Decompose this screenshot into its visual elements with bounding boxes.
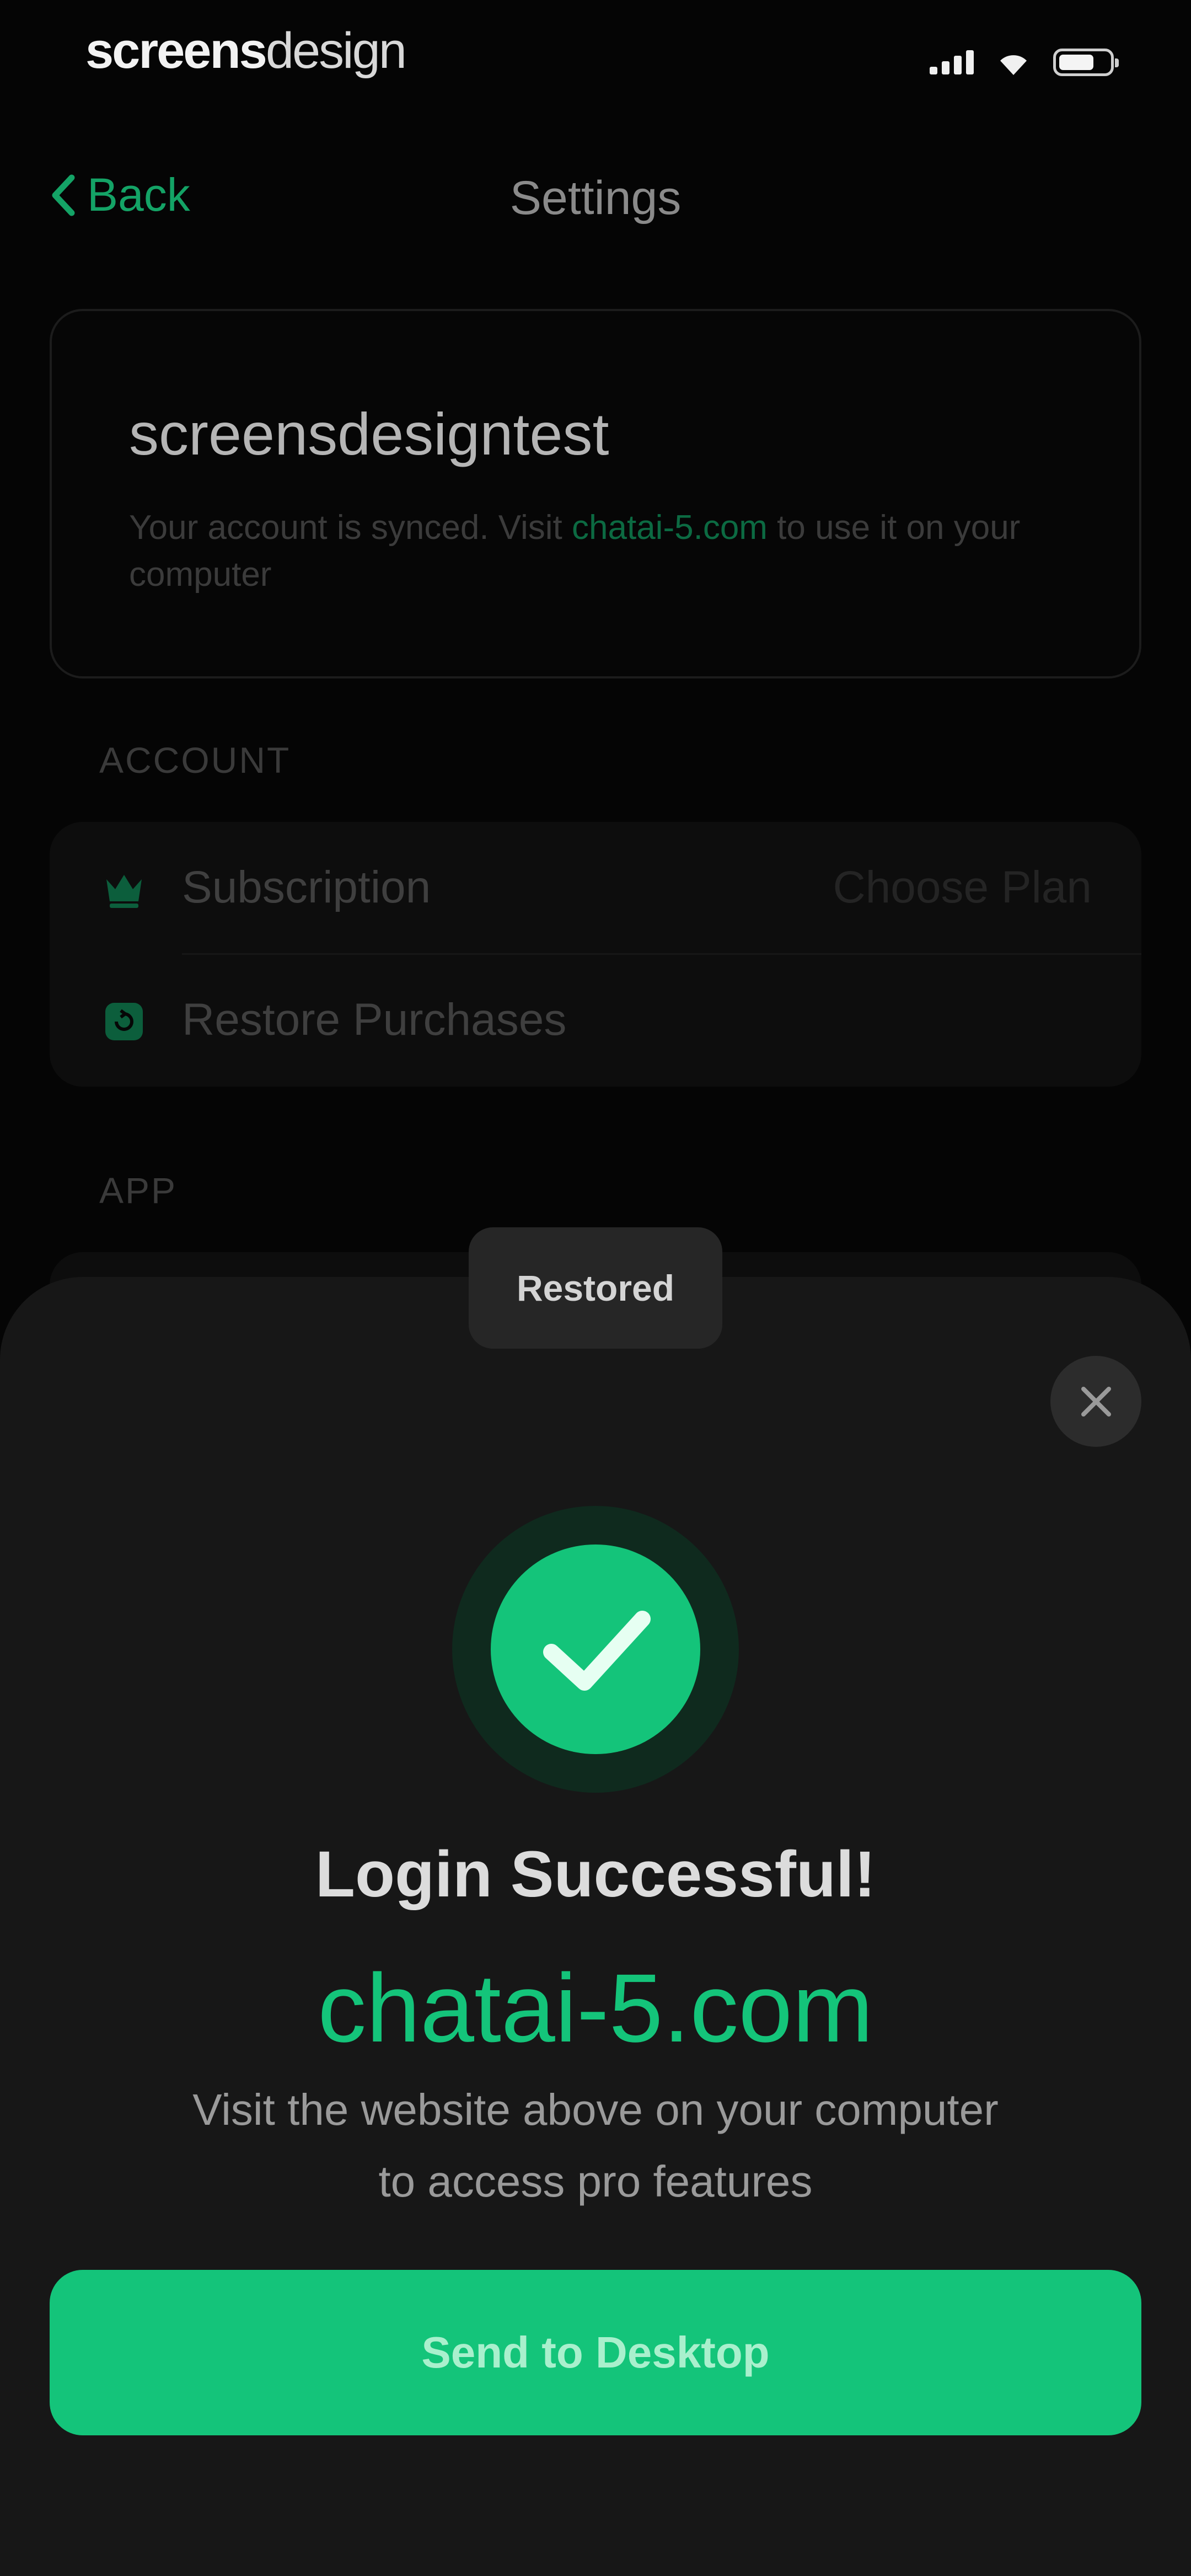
brand-watermark: screensdesign [85, 22, 407, 80]
send-to-desktop-button[interactable]: Send to Desktop [50, 2270, 1141, 2435]
restored-toast: Restored [469, 1227, 722, 1349]
login-success-sheet: Login Successful! chatai-5.com Visit the… [0, 1277, 1191, 2576]
sheet-description: Visit the website above on your computer… [110, 2074, 1081, 2217]
subscription-value: Choose Plan [833, 862, 1092, 912]
restore-purchases-label: Restore Purchases [182, 995, 567, 1045]
page-title: Settings [509, 172, 682, 225]
battery-icon [1053, 49, 1119, 76]
brand-light: design [265, 23, 407, 79]
sync-text-start: Your account is synced. Visit [129, 509, 572, 547]
wifi-icon [1000, 55, 1027, 75]
section-label-account: ACCOUNT [99, 740, 291, 781]
restore-icon [105, 1003, 143, 1040]
website-domain: chatai-5.com [318, 1954, 873, 2062]
close-icon [1081, 1386, 1111, 1417]
nav-bar: Back Settings [0, 154, 1191, 243]
signal-icon [930, 50, 974, 74]
status-icons [930, 49, 1119, 76]
account-sync-description: Your account is synced. Visit chatai-5.c… [129, 504, 1094, 598]
sheet-description-line-1: Visit the website above on your computer [192, 2085, 999, 2134]
account-settings-group: Subscription Choose Plan Restore Purchas… [50, 822, 1141, 1087]
restore-purchases-row[interactable]: Restore Purchases [50, 954, 1141, 1087]
account-username: screensdesigntest [129, 400, 609, 467]
subscription-row[interactable]: Subscription Choose Plan [50, 822, 1141, 955]
website-link[interactable]: chatai-5.com [572, 509, 768, 547]
battery-level [1059, 55, 1093, 70]
sheet-description-line-2: to access pro features [378, 2157, 813, 2206]
success-badge [491, 1544, 700, 1754]
checkmark-icon [543, 1611, 651, 1691]
status-bar: screensdesign [0, 0, 1191, 110]
crown-icon [106, 875, 142, 908]
account-card: screensdesigntest Your account is synced… [50, 309, 1141, 678]
brand-bold: screens [85, 23, 267, 79]
subscription-label: Subscription [182, 862, 431, 912]
sheet-title: Login Successful! [315, 1838, 876, 1911]
close-button[interactable] [1050, 1356, 1141, 1447]
section-label-app: APP [99, 1170, 178, 1211]
